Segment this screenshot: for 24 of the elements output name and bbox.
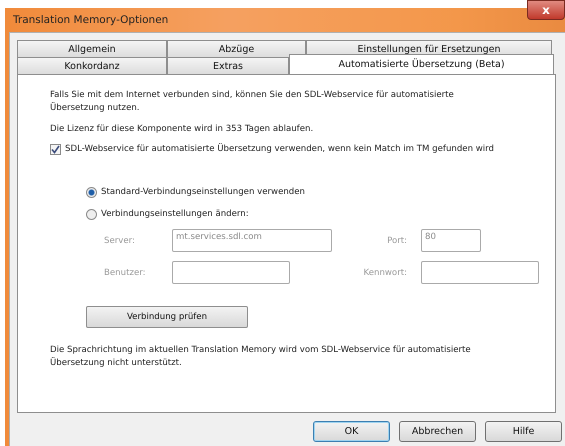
tab[interactable]: Allgemein <box>17 40 167 57</box>
info-text: Falls Sie mit dem Internet verbunden sind, können Sie den SDL-Webservice für automatisierte Übersetzung nutzen. <box>50 89 455 115</box>
radio-label: Verbindungseinstellungen ändern: <box>101 208 249 221</box>
license-text: Die Lizenz für diese Komponente wird in 353 Tagen ablaufen. <box>50 123 314 136</box>
field-label: Server: <box>104 236 136 246</box>
checkbox-label: SDL-Webservice für automatisierte Übersetzung verwenden, wenn kein Match im TM gefunden wird <box>65 143 494 156</box>
radio-label: Standard-Verbindungseinstellungen verwenden <box>101 186 305 199</box>
window-title: Translation Memory-Optionen <box>13 14 168 26</box>
test-connection-button[interactable]: Verbindung prüfen <box>86 306 248 328</box>
field-label: Port: <box>387 236 408 246</box>
close-button[interactable]: x <box>527 0 565 20</box>
tab[interactable]: Konkordanz <box>17 57 167 74</box>
warning-text: Die Sprachrichtung im aktuellen Translation Memory wird vom SDL-Webservice für automatisierte Übersetzung nicht unterstützt. <box>50 344 472 370</box>
field-label: Kennwort: <box>364 268 408 278</box>
tab[interactable]: Automatisierte Übersetzung (Beta) <box>289 54 554 74</box>
dialog-button[interactable]: Abbrechen <box>399 421 476 442</box>
field-label: Benutzer: <box>104 268 147 278</box>
radio-button[interactable] <box>86 187 97 198</box>
checkbox[interactable] <box>50 144 61 155</box>
radio-button[interactable] <box>86 209 97 220</box>
dialog-button[interactable]: OK <box>313 421 390 442</box>
tab[interactable]: Abzüge <box>167 40 306 57</box>
tab[interactable]: Extras <box>167 57 289 74</box>
dialog-button[interactable]: Hilfe <box>485 421 562 442</box>
